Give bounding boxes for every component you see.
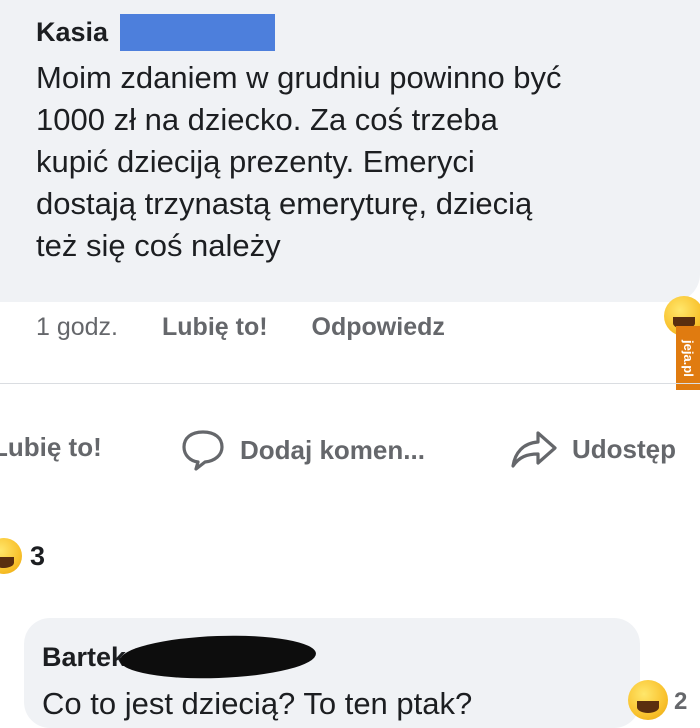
comment-text: Moim zdaniem w grudniu powinno być 1000 … [36, 60, 562, 263]
laughing-emoji-icon [0, 538, 22, 574]
share-button[interactable]: Udostęp [510, 428, 676, 470]
comment-reply-link[interactable]: Odpowiedz [312, 313, 445, 342]
comment-button[interactable]: Dodaj komen... [180, 428, 425, 472]
comment-button-label: Dodaj komen... [240, 434, 425, 465]
reaction-count: 3 [30, 540, 46, 571]
share-arrow-icon [511, 431, 557, 468]
share-button-label: Udostęp [572, 433, 676, 464]
like-button-label: Lubię to! [0, 432, 102, 462]
reply-header: Bartek [42, 632, 317, 682]
comment-like-link[interactable]: Lubię to! [162, 313, 268, 342]
comment-header: Kasia [36, 14, 276, 51]
comment-time[interactable]: 1 godz. [36, 313, 118, 342]
like-button[interactable]: Lubię to! [0, 432, 102, 463]
redacted-surname [120, 14, 276, 51]
speech-bubble-icon [182, 430, 224, 471]
redacted-surname-scribble [119, 632, 317, 682]
laughing-emoji-icon[interactable] [628, 680, 668, 720]
comment-author[interactable]: Kasia [36, 17, 108, 48]
post-actions-bar: Lubię to! Dodaj komen... Udostęp [0, 428, 700, 474]
watermark-logo: jeja.pl [676, 326, 700, 390]
comment-meta: 1 godz. Lubię to! Odpowiedz [36, 313, 445, 342]
reply-author[interactable]: Bartek [42, 642, 126, 673]
divider [0, 383, 700, 384]
reply-reaction-count: 2 [674, 688, 688, 715]
post-reactions[interactable]: 3 [0, 538, 45, 574]
